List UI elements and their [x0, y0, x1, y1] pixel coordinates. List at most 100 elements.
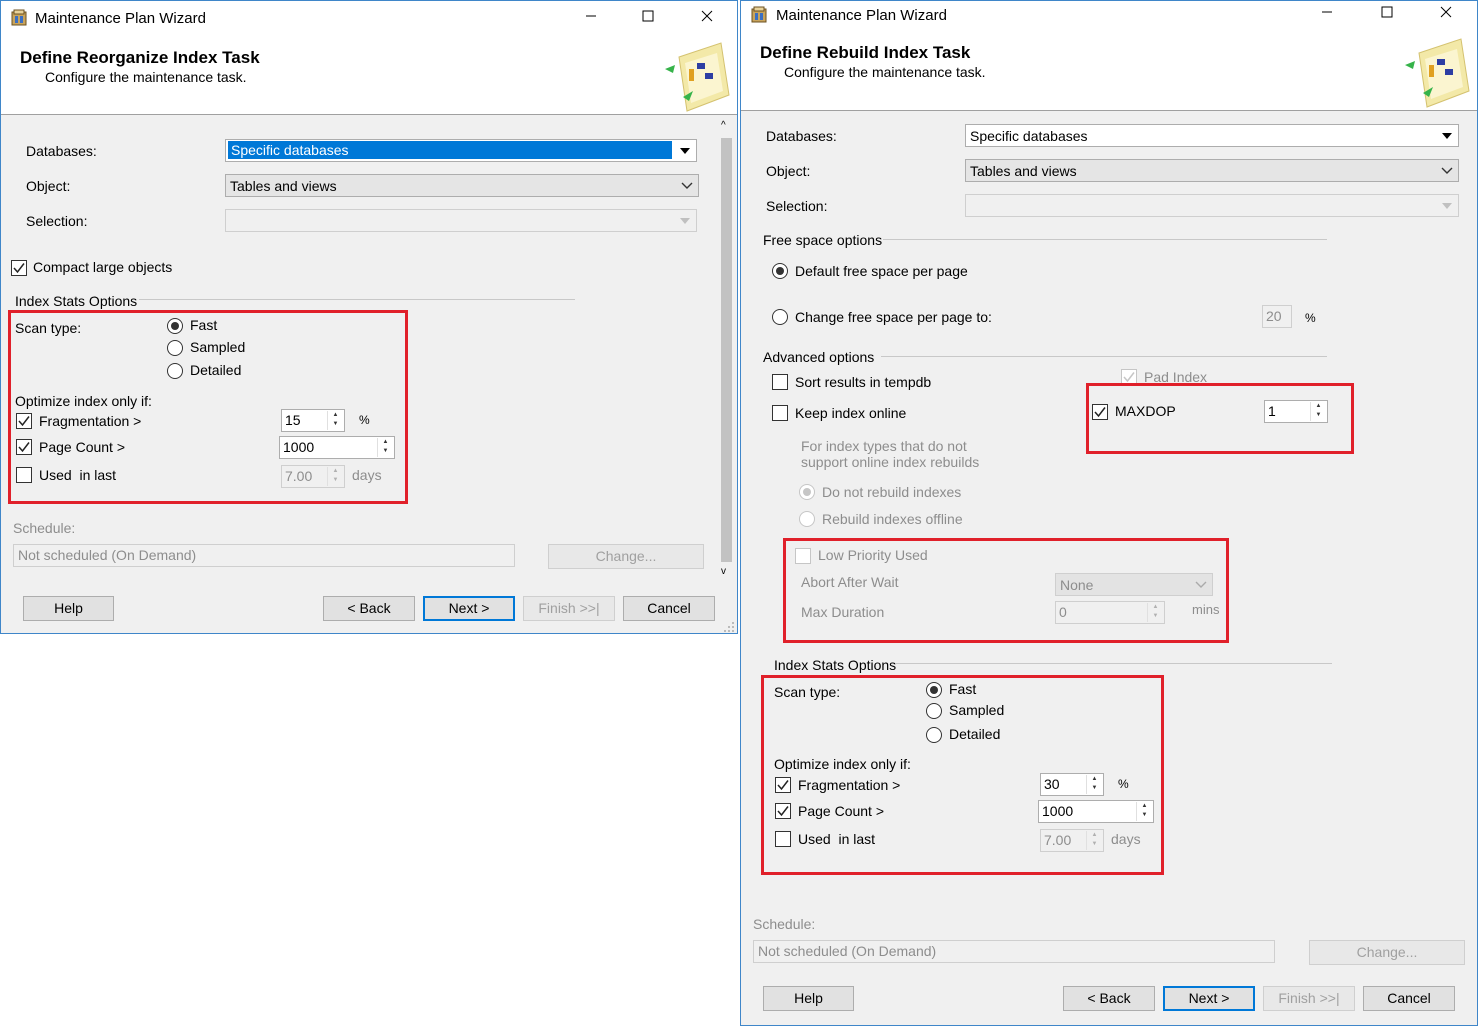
index-stats-group-label: Index Stats Options	[15, 293, 138, 309]
dropdown-arrow-icon	[676, 211, 694, 230]
keep-index-online-label: Keep index online	[795, 405, 907, 421]
next-button[interactable]: Next >	[423, 596, 515, 621]
object-label: Object:	[26, 178, 71, 194]
object-combo[interactable]: Tables and views	[225, 174, 699, 197]
left-scrollbar[interactable]: ^ v	[718, 116, 735, 582]
rebuild-offline-label: Rebuild indexes offline	[822, 511, 963, 527]
help-button[interactable]: Help	[23, 596, 114, 621]
sort-results-checkbox[interactable]	[772, 374, 788, 390]
app-icon	[11, 9, 27, 26]
dropdown-arrow-icon	[1438, 126, 1456, 145]
compact-large-objects-label: Compact large objects	[33, 259, 173, 275]
change-free-space-radio[interactable]	[772, 309, 788, 325]
wizard-header: Define Rebuild Index Task Configure the …	[741, 31, 1477, 111]
minimize-button[interactable]	[568, 5, 614, 31]
next-button[interactable]: Next >	[1163, 986, 1255, 1011]
page-title: Define Rebuild Index Task	[760, 43, 971, 62]
databases-label: Databases:	[26, 143, 97, 159]
minimize-icon	[586, 15, 596, 17]
keep-index-online-checkbox[interactable]	[772, 405, 788, 421]
maximize-icon	[642, 10, 654, 22]
back-button[interactable]: < Back	[1063, 986, 1155, 1011]
checkmark-icon	[13, 263, 25, 274]
compact-large-objects-checkbox[interactable]	[11, 260, 27, 276]
advanced-divider	[881, 356, 1327, 357]
right-title-bar: Maintenance Plan Wizard	[741, 1, 1477, 31]
page-title: Define Reorganize Index Task	[20, 48, 260, 67]
cancel-button[interactable]: Cancel	[1363, 986, 1455, 1011]
rebuild-offline-radio[interactable]	[799, 511, 815, 527]
databases-value: Specific databases	[228, 141, 672, 159]
object-value: Tables and views	[970, 163, 1077, 179]
databases-combo[interactable]: Specific databases	[965, 124, 1459, 147]
finish-button[interactable]: Finish >>|	[523, 596, 615, 621]
change-schedule-button[interactable]: Change...	[548, 544, 704, 569]
chevron-down-icon	[1438, 161, 1456, 180]
object-combo[interactable]: Tables and views	[965, 159, 1459, 182]
window-title: Maintenance Plan Wizard	[35, 10, 206, 27]
wizard-graphic-icon	[665, 42, 730, 112]
do-not-rebuild-radio[interactable]	[799, 484, 815, 500]
free-space-divider	[883, 239, 1327, 240]
help-button[interactable]: Help	[763, 986, 854, 1011]
cancel-button[interactable]: Cancel	[623, 596, 715, 621]
schedule-field: Not scheduled (On Demand)	[13, 544, 515, 567]
left-wizard-window: Maintenance Plan Wizard Define Reorganiz…	[0, 0, 738, 634]
free-space-field[interactable]: 20	[1262, 305, 1292, 328]
close-icon	[701, 10, 713, 22]
maximize-icon	[1381, 6, 1393, 18]
databases-label: Databases:	[766, 128, 837, 144]
schedule-field: Not scheduled (On Demand)	[753, 940, 1275, 963]
databases-combo[interactable]: Specific databases	[225, 139, 697, 162]
resize-grip-icon[interactable]	[723, 621, 735, 633]
maximize-button[interactable]	[1364, 1, 1410, 27]
change-free-space-label: Change free space per page to:	[795, 309, 992, 325]
index-stats-highlight	[8, 310, 408, 504]
online-note-line1: For index types that do not	[801, 438, 967, 454]
selection-combo[interactable]	[225, 209, 697, 232]
app-icon	[751, 6, 767, 23]
page-subtitle: Configure the maintenance task.	[784, 64, 986, 80]
selection-label: Selection:	[766, 198, 828, 214]
close-button[interactable]	[684, 5, 730, 31]
dropdown-arrow-icon	[676, 141, 694, 160]
advanced-group-label: Advanced options	[763, 349, 875, 365]
checkmark-icon	[1123, 372, 1135, 383]
default-free-space-label: Default free space per page	[795, 263, 968, 279]
object-label: Object:	[766, 163, 811, 179]
index-stats-highlight	[761, 675, 1164, 875]
sort-results-label: Sort results in tempdb	[795, 374, 932, 390]
scroll-up-icon[interactable]: ^	[721, 120, 726, 131]
free-space-group-label: Free space options	[763, 232, 883, 248]
schedule-label: Schedule:	[13, 520, 76, 536]
left-title-bar: Maintenance Plan Wizard	[1, 1, 737, 35]
scroll-down-icon[interactable]: v	[721, 566, 726, 577]
right-wizard-window: Maintenance Plan Wizard Define Rebuild I…	[740, 0, 1478, 1026]
selection-label: Selection:	[26, 213, 88, 229]
free-space-value: 20	[1266, 308, 1282, 324]
minimize-button[interactable]	[1304, 1, 1350, 27]
change-schedule-button[interactable]: Change...	[1309, 940, 1465, 965]
selection-combo[interactable]	[965, 194, 1459, 217]
back-button[interactable]: < Back	[323, 596, 415, 621]
index-stats-divider	[896, 663, 1332, 664]
maximize-button[interactable]	[625, 5, 671, 31]
default-free-space-radio[interactable]	[772, 263, 788, 279]
wizard-graphic-icon	[1405, 38, 1470, 108]
chevron-down-icon	[678, 176, 696, 195]
close-button[interactable]	[1423, 1, 1469, 27]
minimize-icon	[1322, 11, 1332, 13]
schedule-value: Not scheduled (On Demand)	[758, 943, 937, 959]
online-note-line2: support online index rebuilds	[801, 454, 980, 470]
index-stats-group-label: Index Stats Options	[774, 657, 897, 673]
close-icon	[1440, 6, 1452, 18]
free-space-unit: %	[1305, 311, 1316, 325]
wizard-header: Define Reorganize Index Task Configure t…	[1, 35, 737, 115]
index-stats-divider	[139, 299, 575, 300]
finish-button[interactable]: Finish >>|	[1263, 986, 1355, 1011]
schedule-label: Schedule:	[753, 916, 816, 932]
scroll-thumb[interactable]	[721, 138, 732, 562]
schedule-value: Not scheduled (On Demand)	[18, 547, 197, 563]
page-subtitle: Configure the maintenance task.	[45, 69, 247, 85]
maxdop-highlight	[1086, 383, 1354, 454]
